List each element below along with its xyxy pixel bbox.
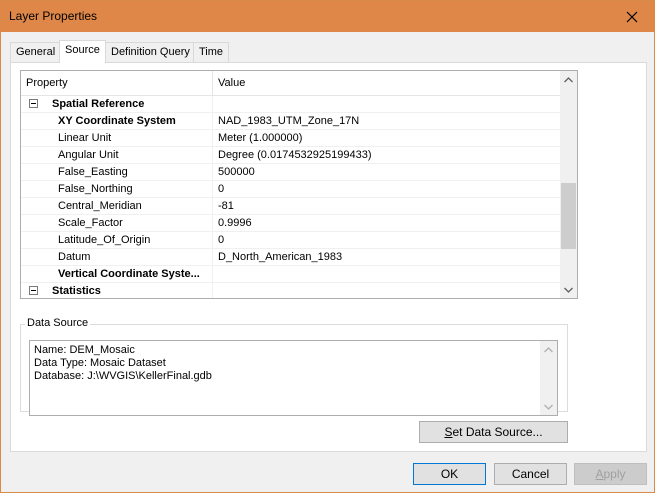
row-property: XY Coordinate System bbox=[21, 113, 213, 130]
ok-button[interactable]: OK bbox=[413, 463, 486, 485]
row-property: False_Easting bbox=[21, 164, 213, 181]
data-source-database: Database: J:\WVGIS\KellerFinal.gdb bbox=[34, 370, 212, 382]
group-row-spatial-reference[interactable]: Spatial Reference bbox=[21, 96, 560, 113]
chevron-up-icon bbox=[564, 76, 573, 82]
data-source-legend: Data Source bbox=[25, 317, 91, 329]
group-label: Spatial Reference bbox=[52, 98, 145, 110]
scroll-thumb[interactable] bbox=[561, 183, 576, 249]
data-source-group: Data Source Name: DEM_Mosaic Data Type: … bbox=[20, 317, 568, 416]
collapse-icon[interactable] bbox=[29, 99, 38, 108]
scroll-down-button[interactable] bbox=[540, 398, 557, 415]
cancel-button[interactable]: Cancel bbox=[494, 463, 567, 485]
grid-rows: Spatial Reference XY Coordinate System N… bbox=[21, 96, 560, 298]
row-value: 0 bbox=[218, 183, 225, 195]
chevron-down-icon bbox=[564, 287, 573, 293]
table-row[interactable]: Angular Unit Degree (0.0174532925199433) bbox=[21, 147, 560, 164]
data-source-name: Name: DEM_Mosaic bbox=[34, 344, 135, 356]
row-value bbox=[213, 266, 560, 283]
table-row[interactable]: Central_Meridian -81 bbox=[21, 198, 560, 215]
table-row[interactable]: False_Northing 0 bbox=[21, 181, 560, 198]
table-row[interactable]: Latitude_Of_Origin 0 bbox=[21, 232, 560, 249]
grid-scrollbar[interactable] bbox=[560, 71, 577, 298]
row-value bbox=[213, 96, 560, 113]
data-source-type: Data Type: Mosaic Dataset bbox=[34, 357, 166, 369]
chevron-down-icon bbox=[544, 404, 553, 410]
row-value: 500000 bbox=[218, 166, 255, 178]
table-row[interactable]: XY Coordinate System NAD_1983_UTM_Zone_1… bbox=[21, 113, 560, 130]
tab-general[interactable]: General bbox=[10, 42, 62, 62]
row-property: Central_Meridian bbox=[21, 198, 213, 215]
tab-definition-query[interactable]: Definition Query bbox=[105, 42, 196, 62]
scroll-down-button[interactable] bbox=[560, 281, 577, 298]
collapse-icon[interactable] bbox=[29, 286, 38, 295]
row-property: Vertical Coordinate Syste... bbox=[21, 266, 213, 283]
data-source-scrollbar[interactable] bbox=[540, 341, 557, 415]
row-property: Scale_Factor bbox=[21, 215, 213, 232]
row-property: Linear Unit bbox=[21, 130, 213, 147]
column-header-property[interactable]: Property bbox=[21, 71, 213, 96]
tab-source[interactable]: Source bbox=[59, 40, 106, 63]
table-row[interactable]: Scale_Factor 0.9996 bbox=[21, 215, 560, 232]
row-value: Meter (1.000000) bbox=[218, 132, 303, 144]
set-data-source-button[interactable]: Set Data Source... bbox=[419, 421, 568, 443]
table-row[interactable]: Vertical Coordinate Syste... bbox=[21, 266, 560, 283]
row-property: Datum bbox=[21, 249, 213, 266]
source-tab-panel: Property Value Spatial Reference XY Coor… bbox=[10, 62, 647, 452]
close-icon bbox=[626, 11, 638, 22]
row-property: Latitude_Of_Origin bbox=[21, 232, 213, 249]
grid-header: Property Value bbox=[21, 71, 560, 96]
row-property: Angular Unit bbox=[21, 147, 213, 164]
row-value bbox=[213, 283, 560, 298]
group-label: Statistics bbox=[52, 285, 101, 297]
layer-properties-dialog: Layer Properties General Source Definiti… bbox=[0, 0, 655, 493]
row-value: 0 bbox=[218, 234, 225, 246]
tab-time[interactable]: Time bbox=[193, 42, 230, 62]
row-value: 0.9996 bbox=[218, 217, 252, 229]
apply-button[interactable]: Apply bbox=[574, 463, 647, 485]
scroll-up-button[interactable] bbox=[560, 71, 577, 88]
column-header-value[interactable]: Value bbox=[213, 71, 560, 96]
title-bar: Layer Properties bbox=[1, 1, 654, 32]
row-value: -81 bbox=[218, 200, 234, 212]
chevron-up-icon bbox=[544, 346, 553, 352]
row-value: NAD_1983_UTM_Zone_17N bbox=[218, 115, 360, 127]
table-row[interactable]: False_Easting 500000 bbox=[21, 164, 560, 181]
row-value: D_North_American_1983 bbox=[218, 251, 343, 263]
data-source-textbox[interactable]: Name: DEM_Mosaic Data Type: Mosaic Datas… bbox=[29, 340, 558, 416]
table-row[interactable]: Datum D_North_American_1983 bbox=[21, 249, 560, 266]
scroll-up-button[interactable] bbox=[540, 341, 557, 358]
group-row-statistics[interactable]: Statistics bbox=[21, 283, 560, 298]
property-grid: Property Value Spatial Reference XY Coor… bbox=[20, 70, 578, 299]
close-button[interactable] bbox=[610, 1, 654, 32]
row-property: False_Northing bbox=[21, 181, 213, 198]
window-title: Layer Properties bbox=[9, 9, 98, 23]
table-row[interactable]: Linear Unit Meter (1.000000) bbox=[21, 130, 560, 147]
row-value: Degree (0.0174532925199433) bbox=[218, 149, 372, 161]
